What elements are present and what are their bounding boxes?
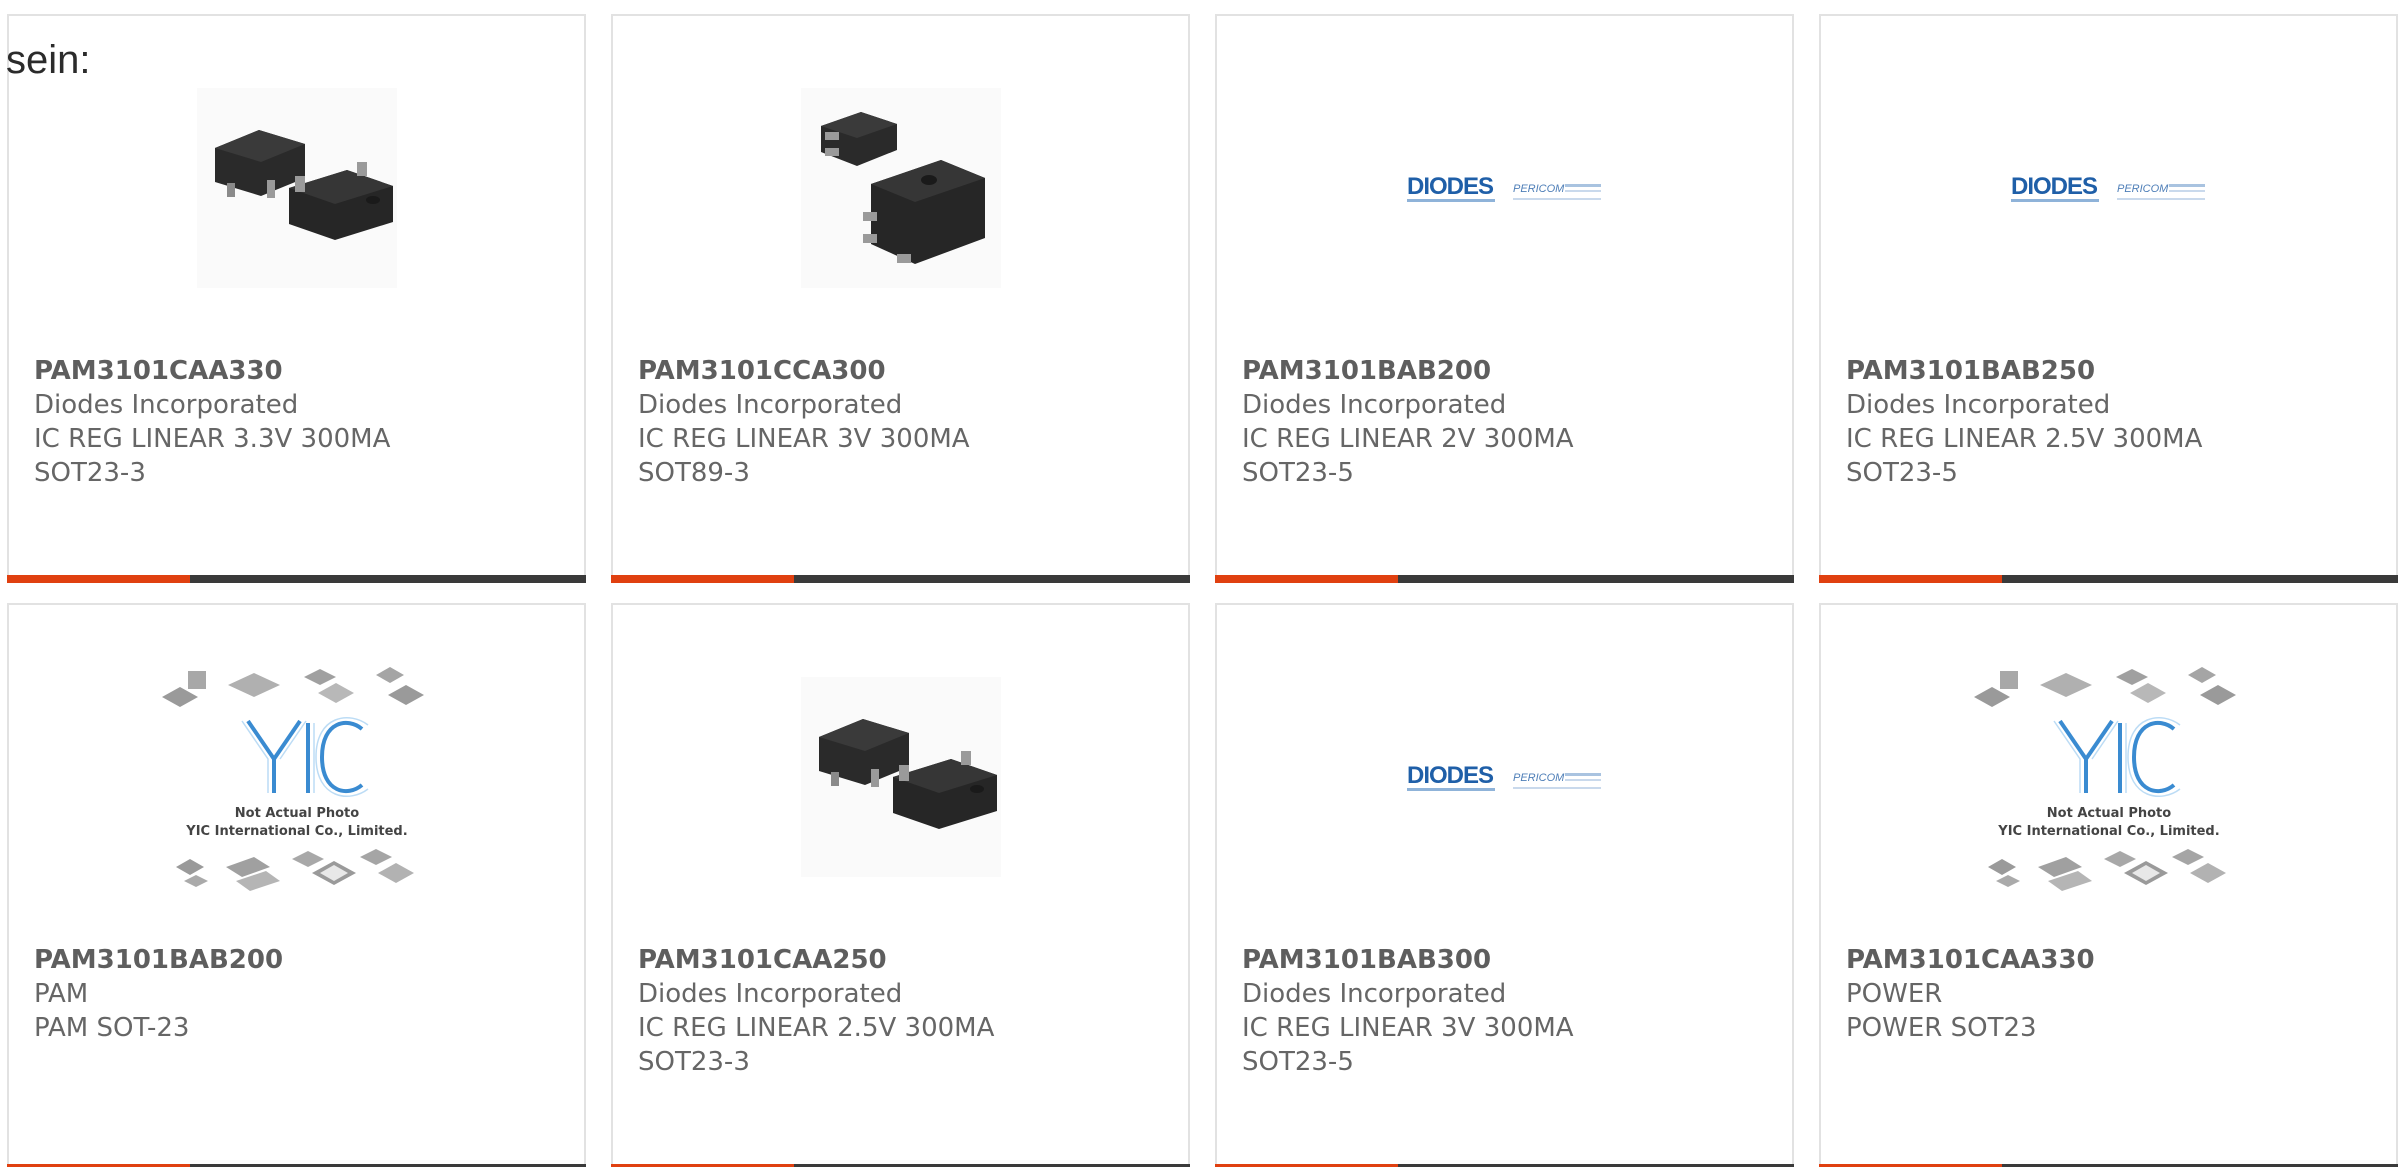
- product-card[interactable]: Not Actual Photo YIC International Co., …: [1819, 603, 2398, 1167]
- card-bottom-bar: [1215, 575, 1794, 583]
- svg-text:DIODES: DIODES: [2011, 173, 2098, 200]
- part-number[interactable]: PAM3101CAA250: [638, 943, 1168, 977]
- diodes-pericom-logo: DIODES PERICOM: [1406, 173, 1601, 202]
- product-image: [613, 74, 1188, 302]
- description-line: IC REG LINEAR 3V 300MA: [638, 424, 970, 454]
- part-number[interactable]: PAM3101BAB250: [1846, 354, 2376, 388]
- placeholder-caption-2: YIC International Co., Limited.: [1997, 824, 2219, 839]
- package-line: SOT89-3: [638, 458, 750, 488]
- placeholder-caption-2: YIC International Co., Limited.: [185, 824, 407, 839]
- sot23-package-photo: [196, 88, 397, 288]
- diodes-pericom-logo: DIODES PERICOM: [2010, 173, 2205, 202]
- card-accent-bar: [7, 575, 190, 583]
- card-bottom-bar: [611, 575, 1190, 583]
- product-card[interactable]: PAM3101CCA300 Diodes Incorporated IC REG…: [611, 14, 1190, 583]
- product-info: PAM3101BAB300 Diodes Incorporated IC REG…: [1242, 943, 1772, 1079]
- manufacturer: Diodes Incorporated: [1242, 390, 1507, 420]
- part-number[interactable]: PAM3101BAB300: [1242, 943, 1772, 977]
- svg-text:DIODES: DIODES: [1407, 762, 1494, 789]
- diodes-pericom-logo: DIODES PERICOM: [1406, 762, 1601, 791]
- description-line: IC REG LINEAR 2.5V 300MA: [1846, 424, 2203, 454]
- manufacturer: Diodes Incorporated: [1242, 979, 1507, 1009]
- product-card[interactable]: DIODES PERICOM PAM3101BAB200 Diodes Inco…: [1215, 14, 1794, 583]
- description-line: IC REG LINEAR 2V 300MA: [1242, 424, 1574, 454]
- svg-text:DIODES: DIODES: [1407, 173, 1494, 200]
- placeholder-caption-1: Not Actual Photo: [234, 806, 358, 821]
- sot89-package-photo: [800, 88, 1001, 288]
- description-line: IC REG LINEAR 2.5V 300MA: [638, 1013, 995, 1043]
- manufacturer: POWER: [1846, 979, 1943, 1009]
- manufacturer: Diodes Incorporated: [1846, 390, 2111, 420]
- package-line: SOT23-3: [638, 1047, 750, 1077]
- product-card[interactable]: PAM3101CAA250 Diodes Incorporated IC REG…: [611, 603, 1190, 1167]
- product-card[interactable]: Not Actual Photo YIC International Co., …: [7, 603, 586, 1167]
- card-accent-bar: [1819, 575, 2002, 583]
- yic-not-actual-photo: Not Actual Photo YIC International Co., …: [1973, 667, 2236, 891]
- lead-text: sein:: [6, 38, 91, 82]
- package-line: SOT23-5: [1242, 458, 1354, 488]
- part-number[interactable]: PAM3101CCA300: [638, 354, 1168, 388]
- product-image: DIODES PERICOM: [1217, 74, 1792, 302]
- package-line: SOT23-3: [34, 458, 146, 488]
- part-number[interactable]: PAM3101BAB200: [1242, 354, 1772, 388]
- svg-text:PERICOM: PERICOM: [1513, 772, 1565, 784]
- description-line: PAM SOT-23: [34, 1013, 190, 1043]
- part-number[interactable]: PAM3101BAB200: [34, 943, 564, 977]
- product-image: [613, 663, 1188, 891]
- sot23-package-photo: [800, 677, 1001, 877]
- product-info: PAM3101CAA330 Diodes Incorporated IC REG…: [34, 354, 564, 490]
- product-image: [9, 74, 584, 302]
- product-image: Not Actual Photo YIC International Co., …: [9, 667, 584, 901]
- description-line: POWER SOT23: [1846, 1013, 2037, 1043]
- part-number[interactable]: PAM3101CAA330: [34, 354, 564, 388]
- product-grid: PAM3101CAA330 Diodes Incorporated IC REG…: [7, 14, 2398, 1167]
- card-accent-bar: [1215, 575, 1398, 583]
- product-info: PAM3101BAB200 Diodes Incorporated IC REG…: [1242, 354, 1772, 490]
- product-info: PAM3101CCA300 Diodes Incorporated IC REG…: [638, 354, 1168, 490]
- product-card[interactable]: DIODES PERICOM PAM3101BAB250 Diodes Inco…: [1819, 14, 2398, 583]
- product-info: PAM3101CAA330 POWER POWER SOT23: [1846, 943, 2376, 1045]
- package-line: SOT23-5: [1242, 1047, 1354, 1077]
- manufacturer: Diodes Incorporated: [638, 979, 903, 1009]
- svg-text:PERICOM: PERICOM: [1513, 183, 1565, 195]
- product-info: PAM3101BAB250 Diodes Incorporated IC REG…: [1846, 354, 2376, 490]
- product-card[interactable]: PAM3101CAA330 Diodes Incorporated IC REG…: [7, 14, 586, 583]
- product-grid-page: sein: PAM3101CAA330 Diodes Incorporated …: [0, 0, 2400, 1167]
- product-image: Not Actual Photo YIC International Co., …: [1821, 667, 2396, 901]
- card-accent-bar: [611, 575, 794, 583]
- card-bottom-bar: [1819, 575, 2398, 583]
- part-number[interactable]: PAM3101CAA330: [1846, 943, 2376, 977]
- description-line: IC REG LINEAR 3.3V 300MA: [34, 424, 391, 454]
- product-image: DIODES PERICOM: [1217, 663, 1792, 891]
- card-bottom-bar: [7, 575, 586, 583]
- product-card[interactable]: DIODES PERICOM PAM3101BAB300 Diodes Inco…: [1215, 603, 1794, 1167]
- package-line: SOT23-5: [1846, 458, 1958, 488]
- placeholder-caption-1: Not Actual Photo: [2046, 806, 2170, 821]
- manufacturer: Diodes Incorporated: [34, 390, 299, 420]
- yic-not-actual-photo: Not Actual Photo YIC International Co., …: [161, 667, 424, 891]
- product-info: PAM3101CAA250 Diodes Incorporated IC REG…: [638, 943, 1168, 1079]
- description-line: IC REG LINEAR 3V 300MA: [1242, 1013, 1574, 1043]
- manufacturer: Diodes Incorporated: [638, 390, 903, 420]
- product-image: DIODES PERICOM: [1821, 74, 2396, 302]
- svg-text:PERICOM: PERICOM: [2117, 183, 2169, 195]
- manufacturer: PAM: [34, 979, 89, 1009]
- product-info: PAM3101BAB200 PAM PAM SOT-23: [34, 943, 564, 1045]
